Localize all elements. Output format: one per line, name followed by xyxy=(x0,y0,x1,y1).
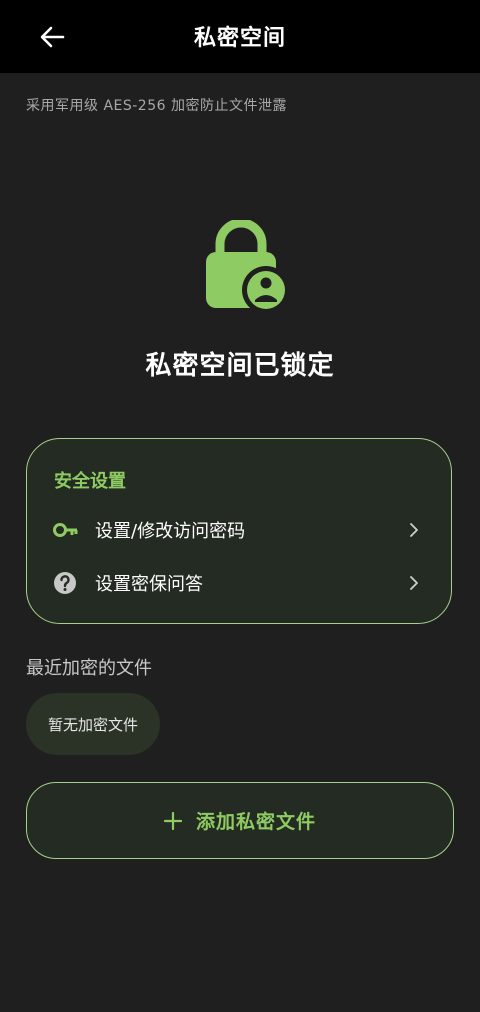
security-settings-card: 安全设置 设置/修改访问密码 设置密保问答 xyxy=(26,438,452,624)
chevron-right-icon xyxy=(410,523,418,537)
lock-status-title: 私密空间已锁定 xyxy=(145,351,335,381)
lock-user-icon xyxy=(206,220,290,312)
page-title: 私密空间 xyxy=(193,26,286,51)
setting-item-security-question[interactable]: 设置密保问答 xyxy=(27,558,451,608)
key-icon xyxy=(53,523,78,537)
recent-files-title: 最近加密的文件 xyxy=(26,658,152,679)
setting-item-label: 设置密保问答 xyxy=(95,574,203,595)
question-circle-icon xyxy=(54,572,76,594)
add-private-file-button[interactable]: 添加私密文件 xyxy=(26,782,454,859)
empty-files-label: 暂无加密文件 xyxy=(47,715,138,734)
empty-files-chip: 暂无加密文件 xyxy=(26,693,160,755)
setting-item-label: 设置/修改访问密码 xyxy=(95,521,246,542)
encryption-subtitle: 采用军用级 AES-256 加密防止文件泄露 xyxy=(26,98,287,114)
chevron-right-icon xyxy=(410,576,418,590)
security-settings-title: 安全设置 xyxy=(54,471,126,492)
setting-item-password[interactable]: 设置/修改访问密码 xyxy=(27,505,451,555)
add-button-label: 添加私密文件 xyxy=(195,811,316,833)
top-app-bar: 私密空间 xyxy=(0,0,480,73)
plus-icon xyxy=(163,811,182,830)
